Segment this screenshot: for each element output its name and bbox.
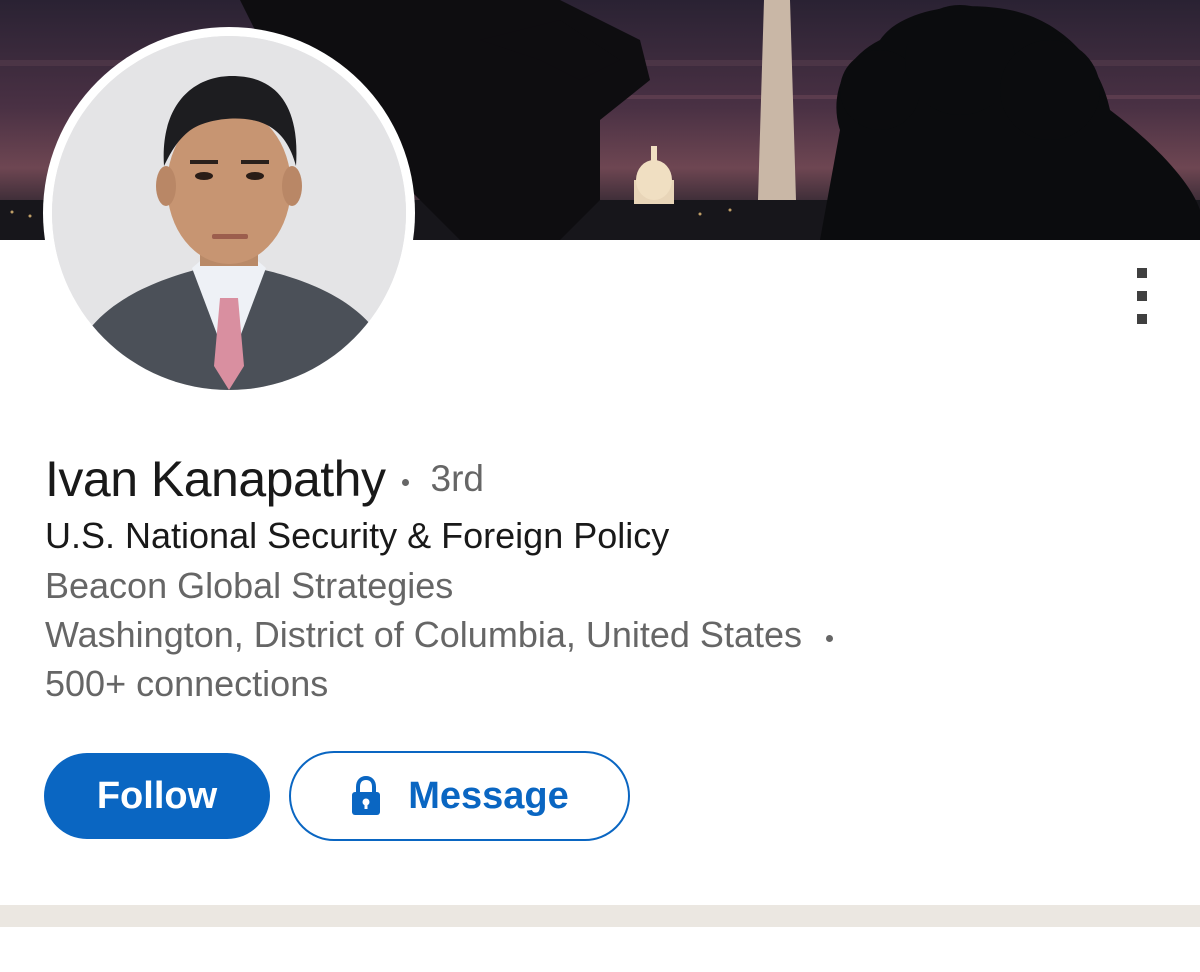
more-vertical-icon-dot	[1137, 314, 1147, 324]
separator-dot	[401, 478, 409, 486]
profile-name: Ivan Kanapathy	[45, 451, 386, 507]
profile-location: Washington, District of Columbia, United…	[45, 614, 802, 655]
more-options-button[interactable]	[1124, 260, 1160, 332]
lock-icon	[350, 776, 382, 816]
profile-card: Ivan Kanapathy 3rd U.S. National Securit…	[0, 0, 1200, 972]
more-vertical-icon-dot	[1137, 291, 1147, 301]
name-row: Ivan Kanapathy 3rd	[45, 448, 484, 510]
separator-dot	[825, 634, 833, 642]
follow-button[interactable]: Follow	[44, 753, 270, 839]
section-divider	[0, 905, 1200, 927]
profile-company[interactable]: Beacon Global Strategies	[45, 565, 453, 607]
message-button[interactable]: Message	[289, 751, 630, 841]
location-row: Washington, District of Columbia, United…	[45, 614, 833, 656]
avatar[interactable]	[52, 36, 406, 390]
more-vertical-icon	[1137, 268, 1147, 278]
follow-button-label: Follow	[96, 774, 218, 817]
profile-headline: U.S. National Security & Foreign Policy	[45, 515, 670, 556]
message-button-label: Message	[408, 774, 569, 817]
connections-count[interactable]: 500+ connections	[45, 663, 328, 705]
connection-degree-badge: 3rd	[430, 458, 484, 499]
